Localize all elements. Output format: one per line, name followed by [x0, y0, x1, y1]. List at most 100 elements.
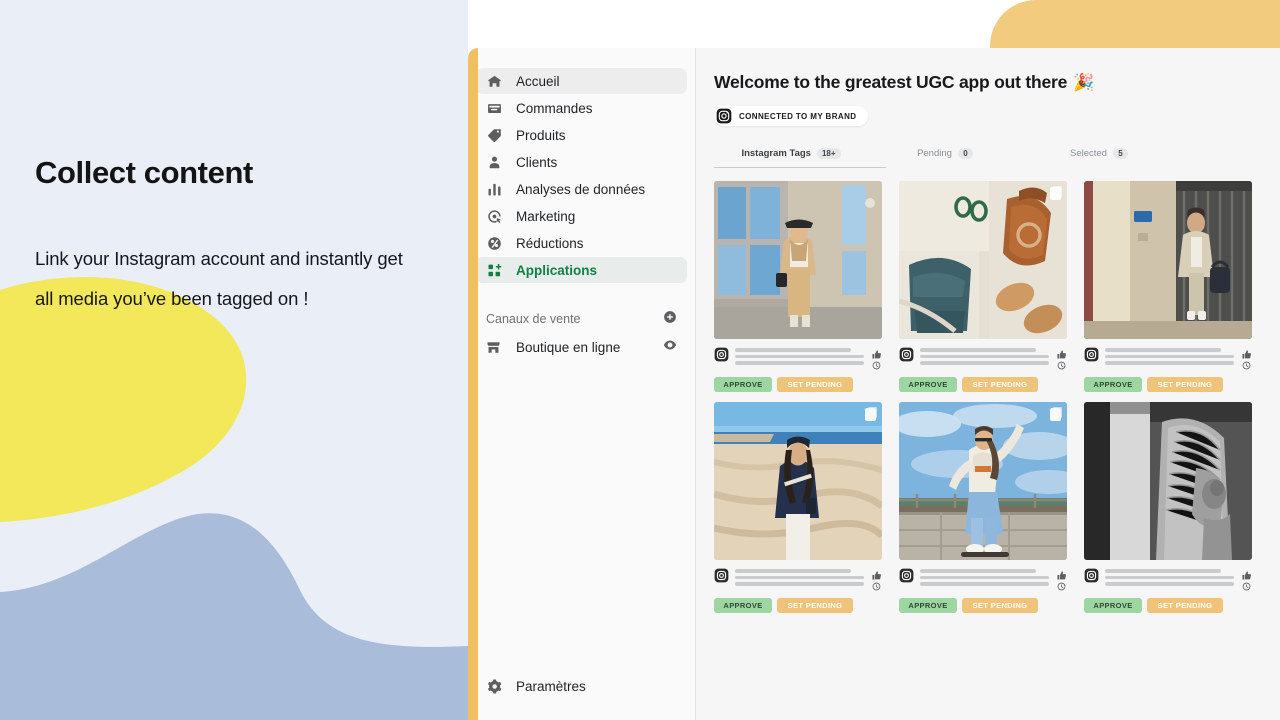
sidebar-item-accueil[interactable]: Accueil [476, 68, 687, 94]
sidebar-item-applications[interactable]: Applications [476, 257, 687, 283]
sidebar-item-label: Paramètres [516, 679, 586, 694]
status-badge-label: CONNECTED TO MY BRAND [739, 112, 856, 121]
instagram-icon [899, 568, 914, 583]
approve-button[interactable]: APPROVE [899, 377, 957, 392]
set-pending-button[interactable]: SET PENDING [777, 377, 853, 392]
media-card[interactable]: APPROVE SET PENDING [899, 181, 1067, 392]
tab-badge: 5 [1113, 148, 1128, 159]
skeleton-line [735, 361, 864, 365]
media-stat-icons [1055, 346, 1067, 370]
tab-label: Instagram Tags [741, 148, 811, 159]
thumbs-up-icon [1057, 350, 1066, 359]
tab-instagram-tags[interactable]: Instagram Tags 18+ [714, 141, 868, 165]
promo-body: Link your Instagram account and instantl… [35, 239, 425, 319]
plus-circle-icon[interactable] [663, 310, 677, 329]
sidebar-item-marketing[interactable]: Marketing [476, 203, 687, 229]
sidebar-item-label: Clients [516, 155, 557, 170]
media-caption-placeholder [1105, 346, 1234, 365]
party-popper-icon: 🎉 [1073, 73, 1094, 93]
set-pending-button[interactable]: SET PENDING [1147, 377, 1223, 392]
carousel-badge-icon [1050, 408, 1061, 421]
instagram-icon [899, 347, 914, 362]
media-card-actions: APPROVE SET PENDING [1084, 377, 1252, 392]
media-card-meta [714, 567, 882, 593]
media-card[interactable]: APPROVE SET PENDING [714, 402, 882, 613]
clock-icon [1057, 361, 1066, 370]
media-thumbnail-bw-portrait-woman-window[interactable] [1084, 402, 1252, 560]
set-pending-button[interactable]: SET PENDING [777, 598, 853, 613]
approve-button[interactable]: APPROVE [1084, 598, 1142, 613]
skeleton-line [1105, 355, 1234, 359]
media-caption-placeholder [920, 567, 1049, 586]
sidebar-item-label: Produits [516, 128, 566, 143]
approve-button[interactable]: APPROVE [1084, 377, 1142, 392]
media-thumbnail-flatlay-bag-shoes-earrings[interactable] [899, 181, 1067, 339]
media-card-actions: APPROVE SET PENDING [899, 377, 1067, 392]
clock-icon [872, 582, 881, 591]
approve-button[interactable]: APPROVE [899, 598, 957, 613]
sidebar-subitem-label: Boutique en ligne [516, 340, 620, 355]
sidebar-item-parametres[interactable]: Paramètres [476, 673, 687, 699]
sidebar-item-reductions[interactable]: Réductions [476, 230, 687, 256]
instagram-icon [1084, 347, 1099, 362]
instagram-icon [714, 347, 729, 362]
media-caption-placeholder [1105, 567, 1234, 586]
thumbs-up-icon [1242, 350, 1251, 359]
approve-button[interactable]: APPROVE [714, 598, 772, 613]
tab-pending[interactable]: Pending 0 [868, 141, 1022, 165]
clock-icon [1242, 361, 1251, 370]
storefront-icon [486, 340, 503, 355]
media-thumbnail-woman-tan-suit-street[interactable] [714, 181, 882, 339]
media-card[interactable]: APPROVE SET PENDING [899, 402, 1067, 613]
set-pending-button[interactable]: SET PENDING [1147, 598, 1223, 613]
media-card-actions: APPROVE SET PENDING [1084, 598, 1252, 613]
status-badge: CONNECTED TO MY BRAND [714, 106, 868, 126]
eye-icon[interactable] [663, 338, 677, 357]
tab-selected[interactable]: Selected 5 [1022, 141, 1176, 165]
sidebar-section-sales-channels: Canaux de vente [468, 308, 695, 330]
set-pending-button[interactable]: SET PENDING [962, 377, 1038, 392]
sidebar-item-analyses[interactable]: Analyses de données [476, 176, 687, 202]
instagram-icon [716, 108, 732, 124]
instagram-icon [1084, 568, 1099, 583]
sidebar-section-label: Canaux de vente [486, 312, 581, 326]
media-thumbnail-woman-skateboard-pier[interactable] [899, 402, 1067, 560]
gear-icon [486, 678, 503, 695]
sidebar-item-label: Commandes [516, 101, 593, 116]
clock-icon [1242, 582, 1251, 591]
approve-button[interactable]: APPROVE [714, 377, 772, 392]
tab-badge: 18+ [817, 148, 841, 159]
media-grid: APPROVE SET PENDING [714, 181, 1280, 613]
media-card[interactable]: APPROVE SET PENDING [1084, 402, 1252, 613]
apps-grid-plus-icon [486, 262, 503, 279]
app-window: Accueil Commandes Produits [468, 48, 1280, 720]
media-stat-icons [1240, 567, 1252, 591]
media-card[interactable]: APPROVE SET PENDING [1084, 181, 1252, 392]
sidebar-item-commandes[interactable]: Commandes [476, 95, 687, 121]
media-thumbnail-man-beige-outfit-doorway[interactable] [1084, 181, 1252, 339]
sidebar-item-produits[interactable]: Produits [476, 122, 687, 148]
target-cursor-icon [486, 208, 503, 225]
home-icon [486, 73, 503, 90]
page-title-row: Welcome to the greatest UGC app out ther… [714, 72, 1280, 93]
promo-text-block: Collect content Link your Instagram acco… [35, 155, 455, 319]
sidebar-item-clients[interactable]: Clients [476, 149, 687, 175]
page-title: Welcome to the greatest UGC app out ther… [714, 72, 1067, 93]
media-card[interactable]: APPROVE SET PENDING [714, 181, 882, 392]
carousel-badge-icon [865, 408, 876, 421]
discount-percent-icon [486, 235, 503, 252]
promo-title: Collect content [35, 155, 455, 191]
person-icon [486, 154, 503, 171]
skeleton-line [735, 582, 864, 586]
skeleton-line [920, 355, 1049, 359]
main-content: Welcome to the greatest UGC app out ther… [696, 48, 1280, 720]
tag-icon [486, 127, 503, 144]
sidebar-item-boutique-en-ligne[interactable]: Boutique en ligne [468, 334, 695, 360]
media-thumbnail-woman-beach-navy-sweater[interactable] [714, 402, 882, 560]
corner-accent-shape [990, 0, 1280, 48]
sidebar-subitem-left: Boutique en ligne [486, 340, 620, 355]
bar-chart-icon [486, 181, 503, 198]
app-window-left-edge [468, 48, 478, 720]
skeleton-line [920, 569, 1036, 573]
set-pending-button[interactable]: SET PENDING [962, 598, 1038, 613]
